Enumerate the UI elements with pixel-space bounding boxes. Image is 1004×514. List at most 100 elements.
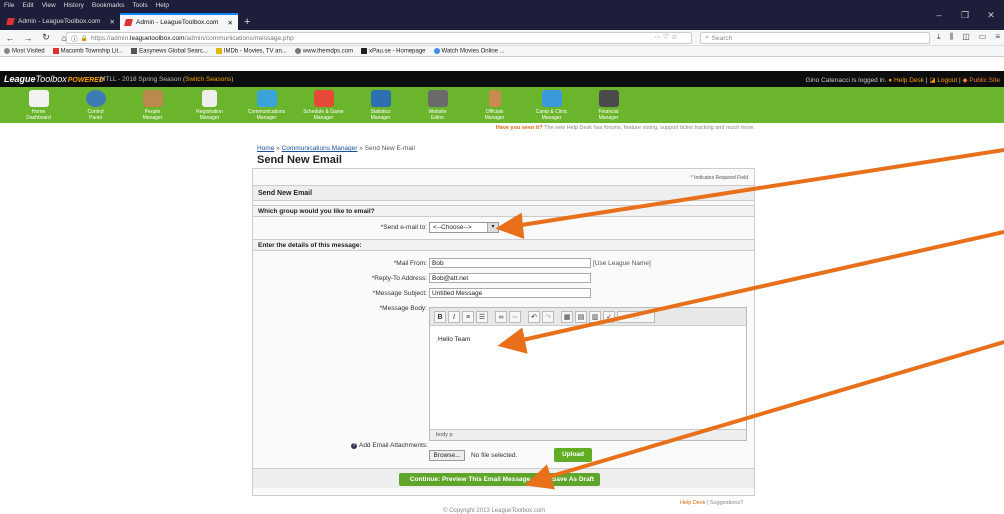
maximize-icon[interactable]: ❐ (952, 0, 978, 30)
source-code-icon[interactable]: ▭ (617, 310, 655, 323)
send-to-label: *Send e-mail to: (380, 224, 427, 231)
breadcrumb: Home » Communications Manager » Send New… (257, 145, 415, 152)
reply-to-input[interactable]: Bob@att.net (429, 273, 591, 283)
chat-icon (256, 90, 277, 107)
subject-input[interactable]: Untitled Message (429, 288, 591, 298)
hamburger-menu-icon[interactable]: ≡ (995, 32, 1000, 42)
menu-history[interactable]: History (64, 2, 84, 9)
italic-icon[interactable]: I (448, 310, 460, 323)
menu-tools[interactable]: Tools (132, 2, 147, 9)
use-league-name-link[interactable]: [Use League Name] (593, 260, 651, 267)
chevron-down-icon: ▾ (487, 223, 498, 232)
search-input[interactable]: ⌕ Search (700, 32, 930, 44)
menu-view[interactable]: View (42, 2, 56, 9)
bank-icon (598, 90, 619, 107)
rich-text-editor[interactable]: B I ≡ ☰ ∞ ∾ ↶ ↷ ▦ ▤ ▥ ✓ ▭ Hello Team bod… (429, 307, 747, 441)
upload-button[interactable]: Upload (554, 448, 592, 462)
public-site-link[interactable]: ◆ Public Site (962, 77, 1000, 84)
forward-icon[interactable]: → (22, 33, 34, 43)
browse-button[interactable]: Browse... (429, 450, 465, 461)
leaguetoolbox-icon (52, 47, 59, 54)
group-question: Which group would you like to email? (253, 205, 754, 217)
save-draft-button[interactable]: Save As Draft (546, 473, 600, 486)
undo-icon[interactable]: ↶ (528, 310, 540, 323)
page-actions-icon[interactable]: ··· ♡ ☆ (654, 33, 677, 41)
reload-icon[interactable]: ↻ (40, 32, 52, 43)
globe-icon (294, 47, 301, 54)
bookmark-item[interactable]: xPau.se - Homepage (361, 47, 426, 54)
unlink-icon[interactable]: ∾ (509, 310, 521, 323)
league-main-nav: Home Dashboard Control Panel People Mana… (0, 87, 1004, 123)
bookmark-item[interactable]: Most Visited (4, 47, 45, 54)
bookmark-item[interactable]: Macomb Township Lit... (52, 47, 123, 54)
tab-admin-2[interactable]: Admin - LeagueToolbox.com ✕ (120, 13, 238, 30)
bookmark-item[interactable]: Easynews Global Searc... (131, 47, 208, 54)
email-form: * Indicates Required Field Send New Emai… (252, 168, 755, 496)
table-icon[interactable]: ▦ (561, 310, 573, 323)
footer-suggestions-link[interactable]: Suggestions? (710, 500, 743, 506)
bold-icon[interactable]: B (434, 310, 446, 323)
breadcrumb-communications[interactable]: Communications Manager (282, 145, 358, 152)
footer-links: Help Desk | Suggestions? (680, 500, 744, 506)
nav-schedule-game-manager[interactable]: Schedule & Game Manager (295, 87, 352, 123)
numbered-list-icon[interactable]: ≡ (462, 310, 474, 323)
menu-file[interactable]: File (4, 2, 14, 9)
nav-registration-manager[interactable]: Registration Manager (181, 87, 238, 123)
paste-text-icon[interactable]: ▤ (575, 310, 587, 323)
close-tab-icon[interactable]: ✕ (228, 19, 233, 27)
login-status: Gino Catenacci is logged in. ● Help Desk… (805, 77, 1000, 84)
url-bar[interactable]: ⓘ 🔒 https://admin.leaguetoolbox.com/admi… (66, 32, 692, 44)
editor-body[interactable]: Hello Team (430, 326, 746, 353)
bookmark-item[interactable]: Watch Movies Online ... (433, 47, 505, 54)
nav-communications-manager[interactable]: Communications Manager (238, 87, 295, 123)
preview-email-button[interactable]: Continue: Preview This Email Message (399, 473, 541, 486)
bookmark-item[interactable]: IMDb - Movies, TV an... (215, 47, 287, 54)
nav-people-manager[interactable]: People Manager (124, 87, 181, 123)
sidebar-icon[interactable]: ▭ (979, 32, 987, 42)
help-icon[interactable]: ? (350, 443, 357, 449)
menu-edit[interactable]: Edit (22, 2, 33, 9)
easynews-icon (131, 47, 138, 54)
close-window-icon[interactable]: ✕ (978, 0, 1004, 30)
send-to-select[interactable]: <--Choose--> ▾ (429, 222, 499, 233)
sign-icon (541, 90, 562, 107)
details-header: Enter the details of this message: (253, 239, 754, 251)
switch-seasons-link[interactable]: Switch Seasons (185, 76, 231, 83)
close-tab-icon[interactable]: ✕ (110, 18, 115, 26)
required-note: * Indicates Required Field (690, 175, 748, 181)
chart-icon (370, 90, 391, 107)
info-icon[interactable]: ⓘ (71, 33, 78, 43)
redo-icon[interactable]: ↷ (542, 310, 554, 323)
downloads-icon[interactable]: ⤓ (937, 32, 941, 42)
new-tab-button[interactable]: + (238, 16, 256, 30)
bullet-list-icon[interactable]: ☰ (476, 310, 488, 323)
calendar-icon (313, 90, 334, 107)
nav-control-panel[interactable]: Control Panel (67, 87, 124, 123)
leaguetoolbox-logo[interactable]: LeagueToolboxPOWERED (4, 74, 104, 84)
link-icon[interactable]: ∞ (495, 310, 507, 323)
search-icon: ⌕ (705, 34, 709, 41)
nav-website-editor[interactable]: Website Editor (409, 87, 466, 123)
nav-financial-manager[interactable]: Financial Manager (580, 87, 637, 123)
menu-bookmarks[interactable]: Bookmarks (92, 2, 125, 9)
nav-officials-manager[interactable]: Officials Manager (466, 87, 523, 123)
pocket-icon[interactable]: ◫ (962, 32, 970, 42)
library-icon[interactable]: ⫼ (950, 32, 954, 42)
help-desk-link[interactable]: ● Help Desk (888, 77, 924, 84)
spellcheck-icon[interactable]: ✓ (603, 310, 615, 323)
logout-link[interactable]: ◪ Logout (929, 77, 957, 84)
play-icon (433, 47, 440, 54)
nav-statistics-manager[interactable]: Statistics Manager (352, 87, 409, 123)
nav-home-dashboard[interactable]: Home Dashboard (10, 87, 67, 123)
tab-admin-1[interactable]: Admin - LeagueToolbox.com ✕ (2, 13, 120, 30)
nav-camp-clinic-manager[interactable]: Camp & Clinic Manager (523, 87, 580, 123)
bookmark-item[interactable]: www.themdps.com (294, 47, 353, 54)
menu-help[interactable]: Help (156, 2, 169, 9)
paste-word-icon[interactable]: ▥ (589, 310, 601, 323)
mail-from-input[interactable]: Bob (429, 258, 591, 268)
breadcrumb-home[interactable]: Home (257, 145, 274, 152)
footer-help-desk-link[interactable]: Help Desk (680, 500, 705, 506)
back-icon[interactable]: ← (4, 33, 16, 43)
minimize-icon[interactable]: – (926, 0, 952, 30)
copyright: © Copyright 2013 LeagueToolbox.com (443, 508, 546, 514)
